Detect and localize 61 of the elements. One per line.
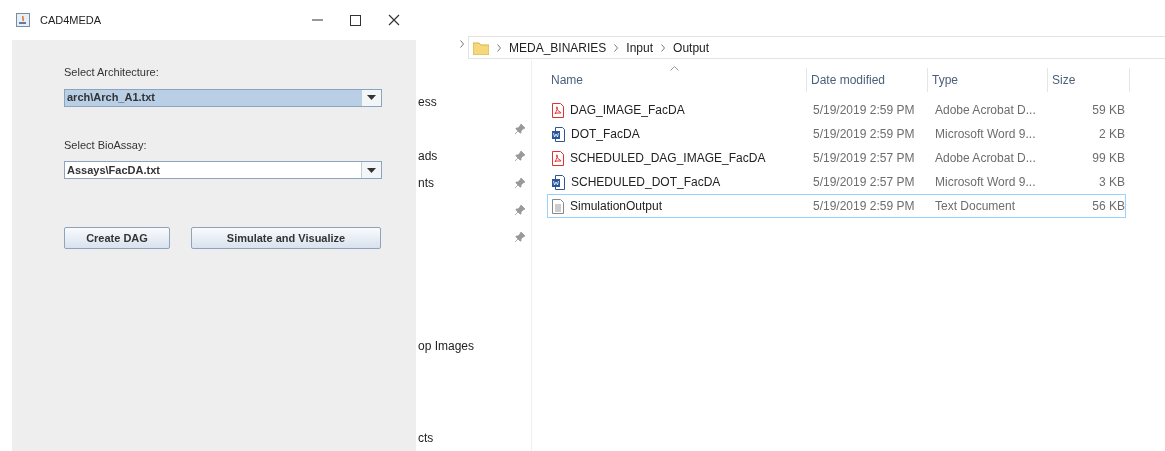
file-type: Microsoft Word 9...	[935, 175, 1036, 189]
dropdown-arrow-icon	[367, 167, 376, 173]
pdf-file-icon	[552, 150, 564, 166]
file-date: 5/19/2019 2:57 PM	[813, 151, 915, 165]
file-type: Text Document	[935, 199, 1016, 213]
nav-item[interactable]: op Images	[418, 337, 531, 355]
file-name: DOT_FacDA	[571, 126, 640, 143]
nav-item[interactable]: ess	[418, 92, 437, 111]
file-size: 3 KB	[1099, 174, 1125, 191]
word-file-icon	[552, 126, 565, 142]
file-type: Adobe Acrobat D...	[935, 151, 1036, 165]
file-date: 5/19/2019 2:57 PM	[813, 175, 915, 189]
column-header[interactable]: Type	[928, 68, 1048, 92]
file-size: 59 KB	[1092, 102, 1125, 119]
breadcrumb-item[interactable]: Input	[626, 38, 654, 57]
file-date: 5/19/2019 2:59 PM	[813, 103, 915, 117]
dropdown-arrow-icon	[367, 95, 376, 100]
file-size: 56 KB	[1092, 198, 1125, 215]
field-label: Select Architecture:	[64, 65, 160, 80]
nav-item[interactable]: ads	[418, 146, 438, 165]
dropdown[interactable]: arch\Arch_A1.txt	[64, 88, 382, 107]
field-label: Select BioAssay:	[64, 137, 148, 153]
word-file-icon	[552, 174, 565, 190]
window-title: CAD4MEDA	[40, 12, 102, 28]
breadcrumb-item[interactable]: Output	[673, 38, 710, 57]
chevron-right-icon	[614, 43, 619, 52]
chevron-right-icon	[497, 43, 501, 52]
file-name: DAG_IMAGE_FacDA	[570, 102, 685, 119]
breadcrumb-item[interactable]: MEDA_BINARIES	[509, 38, 607, 57]
folder-icon	[473, 40, 489, 55]
chevron-right-icon	[460, 40, 464, 48]
file-size: 2 KB	[1099, 126, 1125, 143]
file-row[interactable]: SimulationOutput 5/19/2019 2:59 PM Text Document 56 KB	[547, 194, 1126, 218]
sort-ascending-icon	[670, 66, 679, 71]
file-name: SCHEDULED_DOT_FacDA	[571, 174, 721, 191]
button[interactable]: Simulate and Visualize	[191, 227, 381, 249]
nav-item[interactable]: cts	[418, 429, 531, 447]
file-row[interactable]: SCHEDULED_DOT_FacDA 5/19/2019 2:57 PM Microsoft Word 9... 3 KB	[547, 170, 1126, 194]
column-header[interactable]: Name	[547, 68, 807, 92]
file-date: 5/19/2019 2:59 PM	[813, 199, 915, 213]
button[interactable]: Create DAG	[64, 227, 170, 249]
close-icon[interactable]	[388, 14, 400, 26]
java-cup-icon	[16, 13, 30, 27]
file-type: Microsoft Word 9...	[935, 127, 1036, 141]
dropdown[interactable]: Assays\FacDA.txt	[64, 161, 382, 179]
column-header[interactable]: Date modified	[807, 68, 928, 92]
pdf-file-icon	[552, 102, 564, 118]
file-row[interactable]: SCHEDULED_DAG_IMAGE_FacDA 5/19/2019 2:57 PM Adobe Acrobat D... 99 KB	[547, 146, 1126, 170]
maximize-icon[interactable]	[350, 14, 361, 26]
file-name: SimulationOutput	[570, 198, 663, 215]
nav-item[interactable]: nts	[418, 173, 434, 192]
file-date: 5/19/2019 2:59 PM	[813, 127, 915, 141]
file-row[interactable]: DOT_FacDA 5/19/2019 2:59 PM Microsoft Word 9... 2 KB	[547, 122, 1126, 146]
chevron-right-icon	[661, 43, 666, 52]
file-size: 99 KB	[1092, 150, 1125, 167]
column-header[interactable]: Size	[1048, 68, 1130, 92]
text-file-icon	[552, 198, 564, 214]
file-type: Adobe Acrobat D...	[935, 103, 1036, 117]
file-row[interactable]: DAG_IMAGE_FacDA 5/19/2019 2:59 PM Adobe Acrobat D... 59 KB	[547, 98, 1126, 122]
address-bar[interactable]: MEDA_BINARIES Input Output	[468, 36, 1165, 59]
file-name: SCHEDULED_DAG_IMAGE_FacDA	[570, 150, 766, 167]
